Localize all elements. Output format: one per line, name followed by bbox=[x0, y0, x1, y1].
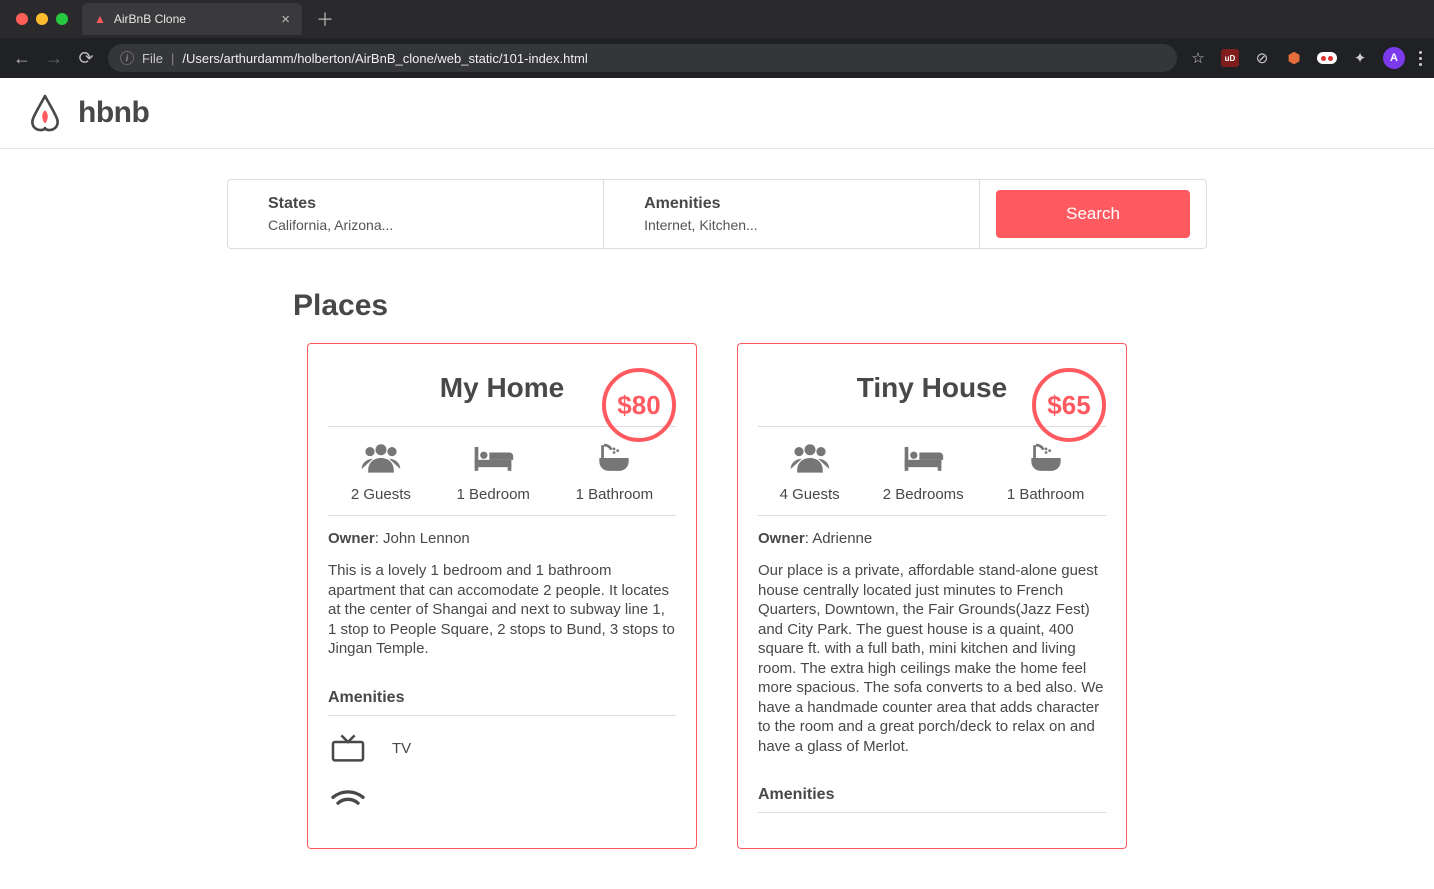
filter-states[interactable]: States California, Arizona... bbox=[228, 180, 604, 248]
brand-name: hbnb bbox=[78, 96, 149, 130]
filter-amenities[interactable]: Amenities Internet, Kitchen... bbox=[604, 180, 980, 248]
amenity-label: TV bbox=[392, 740, 411, 757]
place-bedrooms: 1 Bedroom bbox=[457, 441, 530, 503]
bed-icon bbox=[471, 441, 515, 480]
place-amenities-heading: Amenities bbox=[328, 689, 676, 716]
place-guests: 4 Guests bbox=[780, 441, 840, 503]
places-grid: My Home $80 2 Guests 1 Bedroom bbox=[227, 343, 1207, 889]
bed-icon bbox=[901, 441, 945, 480]
page-content: hbnb States California, Arizona... Ameni… bbox=[0, 78, 1434, 889]
info-icon: i bbox=[120, 51, 134, 65]
url-field[interactable]: i File | /Users/arthurdamm/holberton/Air… bbox=[108, 44, 1177, 72]
nav-back-button[interactable]: ← bbox=[12, 48, 32, 69]
place-owner-name: : Adrienne bbox=[805, 530, 873, 547]
place-owner-label: Owner bbox=[328, 530, 375, 547]
place-price-badge: $80 bbox=[602, 368, 676, 442]
favicon-icon: ▲ bbox=[94, 12, 106, 26]
place-bathrooms: 1 Bathroom bbox=[1007, 441, 1085, 503]
window-close-button[interactable] bbox=[16, 13, 28, 25]
bath-icon bbox=[1024, 441, 1068, 480]
place-owner-name: : John Lennon bbox=[375, 530, 470, 547]
guests-icon bbox=[359, 441, 403, 480]
guests-icon bbox=[788, 441, 832, 480]
tv-icon bbox=[328, 730, 368, 768]
place-owner: Owner: Adrienne bbox=[758, 530, 1106, 547]
extensions-puzzle-icon[interactable]: ✦ bbox=[1351, 49, 1369, 67]
extension-noscript-icon[interactable]: ⊘ bbox=[1253, 49, 1271, 67]
nav-forward-button[interactable]: → bbox=[44, 48, 64, 69]
place-bedrooms-label: 2 Bedrooms bbox=[883, 486, 964, 503]
place-amenities-heading: Amenities bbox=[758, 786, 1106, 813]
bath-icon bbox=[592, 441, 636, 480]
search-button[interactable]: Search bbox=[996, 190, 1190, 238]
filter-amenities-title: Amenities bbox=[644, 195, 939, 213]
place-guests-label: 4 Guests bbox=[780, 486, 840, 503]
place-name: My Home bbox=[440, 372, 564, 404]
nav-reload-button[interactable]: ⟳ bbox=[76, 48, 96, 69]
tab-bar: ▲ AirBnB Clone × ＋ bbox=[0, 0, 1434, 38]
wifi-icon bbox=[328, 782, 368, 820]
place-description: Our place is a private, affordable stand… bbox=[758, 561, 1106, 756]
window-maximize-button[interactable] bbox=[56, 13, 68, 25]
place-bathrooms: 1 Bathroom bbox=[576, 441, 654, 503]
place-guests: 2 Guests bbox=[351, 441, 411, 503]
logo-icon bbox=[24, 92, 66, 134]
place-card: My Home $80 2 Guests 1 Bedroom bbox=[307, 343, 697, 849]
url-separator: | bbox=[171, 51, 174, 66]
place-description: This is a lovely 1 bedroom and 1 bathroo… bbox=[328, 561, 676, 659]
filter-states-title: States bbox=[268, 195, 563, 213]
place-owner: Owner: John Lennon bbox=[328, 530, 676, 547]
amenity-item: TV bbox=[328, 730, 676, 768]
url-path: /Users/arthurdamm/holberton/AirBnB_clone… bbox=[182, 51, 587, 66]
browser-tab[interactable]: ▲ AirBnB Clone × bbox=[82, 3, 302, 35]
place-price-badge: $65 bbox=[1032, 368, 1106, 442]
extension-ublock-icon[interactable]: uD bbox=[1221, 49, 1239, 67]
place-owner-label: Owner bbox=[758, 530, 805, 547]
place-bathrooms-label: 1 Bathroom bbox=[1007, 486, 1085, 503]
address-bar: ← → ⟳ i File | /Users/arthurdamm/holbert… bbox=[0, 38, 1434, 78]
filters-bar: States California, Arizona... Amenities … bbox=[227, 179, 1207, 249]
window-controls bbox=[10, 13, 74, 25]
filter-states-subtitle: California, Arizona... bbox=[268, 217, 563, 233]
place-amenities-list: TV bbox=[328, 730, 676, 820]
window-minimize-button[interactable] bbox=[36, 13, 48, 25]
url-scheme: File bbox=[142, 51, 163, 66]
browser-menu-button[interactable] bbox=[1419, 51, 1422, 66]
place-bedrooms-label: 1 Bedroom bbox=[457, 486, 530, 503]
place-card: Tiny House $65 4 Guests 2 Bedroom bbox=[737, 343, 1127, 849]
new-tab-button[interactable]: ＋ bbox=[310, 6, 340, 32]
place-bedrooms: 2 Bedrooms bbox=[883, 441, 964, 503]
browser-chrome: ▲ AirBnB Clone × ＋ ← → ⟳ i File | /Users… bbox=[0, 0, 1434, 78]
bookmark-star-icon[interactable]: ☆ bbox=[1189, 49, 1207, 67]
tab-close-button[interactable]: × bbox=[281, 11, 290, 28]
extension-shield-icon[interactable]: ⬢ bbox=[1285, 49, 1303, 67]
place-bathrooms-label: 1 Bathroom bbox=[576, 486, 654, 503]
filter-amenities-subtitle: Internet, Kitchen... bbox=[644, 217, 939, 233]
profile-avatar[interactable]: A bbox=[1383, 47, 1405, 69]
tab-title: AirBnB Clone bbox=[114, 12, 186, 26]
places-heading: Places bbox=[293, 289, 1207, 323]
brand[interactable]: hbnb bbox=[24, 92, 149, 134]
site-header: hbnb bbox=[0, 78, 1434, 149]
place-name: Tiny House bbox=[857, 372, 1007, 404]
amenity-item bbox=[328, 782, 676, 820]
extension-privacy-icon[interactable] bbox=[1317, 52, 1337, 64]
place-guests-label: 2 Guests bbox=[351, 486, 411, 503]
